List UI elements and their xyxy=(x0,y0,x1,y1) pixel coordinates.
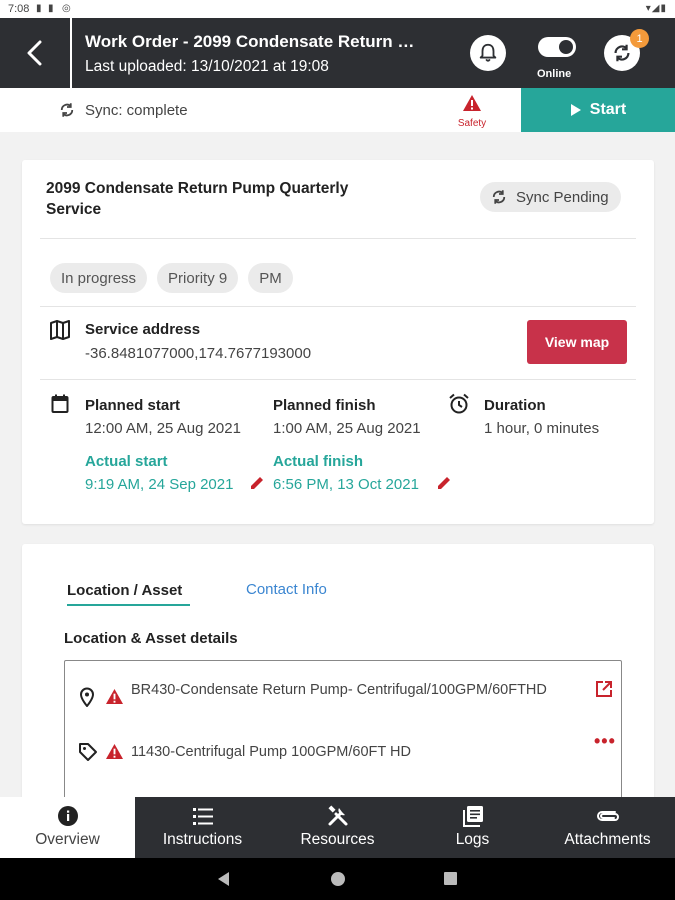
planned-finish-label: Planned finish xyxy=(273,397,376,414)
actual-finish-value: 6:56 PM, 13 Oct 2021 xyxy=(273,476,419,493)
sync-status-bar: Sync: complete Safety Start xyxy=(0,88,675,132)
actual-finish-label: Actual finish xyxy=(273,453,364,470)
sync-pending-label: Sync Pending xyxy=(516,188,609,206)
system-navigation-bar xyxy=(0,858,675,900)
toggle-knob xyxy=(559,40,573,54)
back-button[interactable] xyxy=(0,18,70,88)
online-toggle[interactable] xyxy=(538,37,576,57)
notifications-button[interactable] xyxy=(470,35,506,71)
start-label: Start xyxy=(589,101,627,118)
section-title: Location & Asset details xyxy=(64,630,238,647)
bottom-navigation: Overview Instructions Resources Logs Att… xyxy=(0,797,675,858)
view-map-button[interactable]: View map xyxy=(527,320,627,364)
online-label: Online xyxy=(537,68,572,80)
alarm-clock-icon xyxy=(449,393,469,414)
chip-type: PM xyxy=(248,263,293,293)
divider xyxy=(40,306,636,307)
actual-start-value: 9:19 AM, 24 Sep 2021 xyxy=(85,476,234,493)
duration-value: 1 hour, 0 minutes xyxy=(484,420,600,437)
location-pin-icon xyxy=(79,687,95,707)
start-button[interactable]: Start xyxy=(521,88,675,132)
status-time: 7:08 xyxy=(8,3,30,15)
asset-list: BR430-Condensate Return Pump- Centrifuga… xyxy=(64,660,622,804)
chip-priority: Priority 9 xyxy=(157,263,239,293)
nav-logs[interactable]: Logs xyxy=(405,797,540,858)
asset-text[interactable]: 11430-Centrifugal Pump 100GPM/60FT HD xyxy=(131,743,561,762)
sd-card-icon: ▮ xyxy=(36,3,42,14)
nav-instructions[interactable]: Instructions xyxy=(135,797,270,858)
nav-label: Instructions xyxy=(162,831,243,848)
tag-icon xyxy=(79,743,97,761)
nav-overview[interactable]: Overview xyxy=(0,797,135,858)
nav-label: Resources xyxy=(300,831,375,848)
more-options-icon[interactable]: ••• xyxy=(594,731,616,752)
nav-resources[interactable]: Resources xyxy=(270,797,405,858)
vpn-icon: ◎ xyxy=(62,3,71,14)
work-order-card: 2099 Condensate Return Pump Quarterly Se… xyxy=(22,160,654,524)
info-icon xyxy=(57,806,78,826)
chip-status: In progress xyxy=(50,263,148,293)
work-order-title: 2099 Condensate Return Pump Quarterly Se… xyxy=(46,180,349,218)
asset-warning-icon xyxy=(106,743,123,760)
appbar-divider xyxy=(70,18,72,88)
edit-actual-finish-icon[interactable] xyxy=(436,475,452,491)
safety-button[interactable]: Safety xyxy=(448,94,496,129)
sync-pending-chip[interactable]: Sync Pending xyxy=(480,182,621,212)
nav-label: Attachments xyxy=(564,831,651,848)
system-home-button[interactable] xyxy=(331,872,345,886)
nav-label: Overview xyxy=(35,831,100,848)
logs-icon xyxy=(462,806,483,827)
back-arrow-icon xyxy=(27,40,42,66)
location-warning-icon xyxy=(106,688,123,705)
status-chips: In progress Priority 9 PM xyxy=(50,263,293,293)
warning-icon xyxy=(463,95,481,111)
tab-location-asset[interactable]: Location / Asset xyxy=(67,582,182,599)
divider xyxy=(40,379,636,380)
calendar-icon xyxy=(51,394,69,413)
active-tab-indicator xyxy=(67,604,190,606)
service-address-label: Service address xyxy=(85,321,201,338)
planned-finish-value: 1:00 AM, 25 Aug 2021 xyxy=(273,420,421,437)
app-bar: Work Order - 2099 Condensate Return Pump… xyxy=(0,18,675,88)
last-uploaded-text: Last uploaded: 13/10/2021 at 19:08 xyxy=(85,58,329,75)
details-card: Location / Asset Contact Info Location &… xyxy=(22,544,654,804)
system-back-button[interactable] xyxy=(218,872,229,886)
divider xyxy=(40,238,636,239)
nav-label: Logs xyxy=(455,831,490,848)
paperclip-icon xyxy=(596,811,619,821)
page-title: Work Order - 2099 Condensate Return Pump… xyxy=(85,32,425,51)
play-icon xyxy=(570,104,581,116)
planned-start-value: 12:00 AM, 25 Aug 2021 xyxy=(85,420,241,437)
planned-start-label: Planned start xyxy=(85,397,181,414)
service-address-value: -36.8481077000,174.7677193000 xyxy=(85,345,312,362)
location-text[interactable]: BR430-Condensate Return Pump- Centrifuga… xyxy=(131,681,561,700)
status-bar: 7:08 ▮ ▮ ◎ ▾◢▮ xyxy=(0,0,675,18)
sync-count-badge: 1 xyxy=(630,29,649,48)
sync-icon xyxy=(614,44,630,62)
signal-battery-icons: ▾◢▮ xyxy=(645,3,667,14)
system-recents-button[interactable] xyxy=(444,872,457,885)
lock-icon: ▮ xyxy=(48,3,54,14)
safety-label: Safety xyxy=(457,118,487,129)
tab-contact-info[interactable]: Contact Info xyxy=(246,581,327,598)
open-external-icon[interactable] xyxy=(595,680,613,698)
actual-start-label: Actual start xyxy=(85,453,168,470)
duration-label: Duration xyxy=(484,397,546,414)
sync-complete-icon xyxy=(60,103,74,117)
edit-actual-start-icon[interactable] xyxy=(249,475,265,491)
sync-pending-icon xyxy=(492,190,506,204)
map-icon xyxy=(50,320,70,340)
bell-icon xyxy=(479,43,497,62)
nav-attachments[interactable]: Attachments xyxy=(540,797,675,858)
sync-status-text: Sync: complete xyxy=(85,102,188,119)
list-icon xyxy=(192,808,213,825)
tools-icon xyxy=(327,805,347,826)
